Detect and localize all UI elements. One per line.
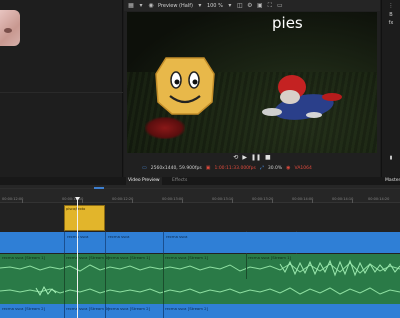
timeline: 00:00:12:00 00:00:12:10 00:00:12:20 00:0… (0, 185, 400, 318)
bottom-audio-track: recma ssca [Stream 2] recma ssca [Stream… (0, 304, 400, 318)
tab-video-preview[interactable]: Video Preview (126, 177, 162, 185)
red-splatter (145, 117, 185, 139)
monitor-status-bar: ▭ 2560x1440, 59.900fps ▣ 1:00:11:33.000f… (124, 163, 380, 173)
settings-icon[interactable]: ⚙ (247, 2, 253, 9)
fullscreen-icon[interactable]: ⛶ (267, 2, 273, 9)
audio-clip-label: recma ssca [Stream 2] (2, 306, 46, 311)
clip-boundary (105, 304, 106, 318)
clip-boundary (105, 279, 106, 304)
timeline-scroll-thumb[interactable] (94, 187, 104, 189)
panel-divider (0, 92, 123, 93)
clip-boundary (163, 279, 164, 304)
timeline-scroll-track (0, 188, 400, 189)
clip-boundary (246, 254, 247, 279)
monitor-toolbar: ▦ ▾ ◉ Preview (Half) ▾ 100 % ▾ ◫ ⚙ ▣ ⛶ ▭ (124, 0, 380, 11)
right-side-panel: ⋮ B fx ▮ (381, 0, 400, 183)
safe-area-icon[interactable]: ▣ (257, 2, 263, 9)
video-preview[interactable]: pies (127, 12, 377, 153)
pause-icon[interactable]: ❚❚ (251, 154, 261, 161)
audio-track: recma ssca [Stream 1] recma ssca [Stream… (0, 254, 400, 304)
clip-boundary (105, 254, 106, 279)
video-clip[interactable]: recma ssca (163, 232, 400, 253)
ruler-label: 00:00:12:10 (62, 197, 84, 201)
loop-icon[interactable]: ⟲ (233, 154, 238, 161)
audio-level-icon[interactable]: ◉ (286, 165, 290, 171)
audio-waveform (0, 285, 400, 297)
ruler-label: 00:00:14:00 (292, 197, 314, 201)
split-view-icon[interactable]: ◫ (237, 2, 243, 9)
zoom-percent: 30.0% (267, 165, 283, 171)
video-clip[interactable]: recma ssca (64, 232, 105, 253)
zoom-select[interactable]: 100 % (207, 3, 223, 9)
bold-icon[interactable]: B (387, 12, 395, 18)
stop-icon[interactable]: ■ (265, 154, 271, 161)
audio-clip-label: recma ssca [Stream 2] (66, 306, 110, 311)
video-overlay-title: pies (272, 14, 303, 32)
video-clip-label: recma ssca (108, 234, 130, 239)
audio-text: VA1064 (294, 165, 312, 171)
ruler-label: 00:00:14:10 (332, 197, 354, 201)
panel-handle-icon[interactable]: ▮ (387, 155, 395, 161)
audio-clip-label: recma ssca [Stream 1] (107, 255, 151, 260)
video-clip[interactable]: recma ssca (105, 232, 163, 253)
audio-lane-stream-1: recma ssca [Stream 1] recma ssca [Stream… (0, 254, 400, 279)
clip-boundary (163, 254, 164, 279)
monitor-edge (377, 12, 380, 153)
clip-boundary (64, 254, 65, 279)
zoom-fit-icon[interactable]: ⤢ (260, 165, 264, 171)
video-editor-app: ▦ ▾ ◉ Preview (Half) ▾ 100 % ▾ ◫ ⚙ ▣ ⛶ ▭… (0, 0, 400, 318)
ruler-label: 00:00:14:20 (368, 197, 390, 201)
audio-clip-label: recma ssca [Stream 1] (165, 255, 209, 260)
media-thumbnail[interactable] (0, 10, 20, 46)
play-icon[interactable]: ▶ (242, 154, 247, 161)
chevron-down-icon[interactable]: ▾ (197, 2, 203, 9)
preview-monitor: ▦ ▾ ◉ Preview (Half) ▾ 100 % ▾ ◫ ⚙ ▣ ⛶ ▭… (124, 0, 380, 183)
audio-clip-label: recma ssca [Stream 2] (165, 306, 209, 311)
ruler-label: 00:00:13:20 (252, 197, 274, 201)
playhead[interactable] (77, 199, 78, 318)
video-clip-label: recma ssca (166, 234, 188, 239)
audio-lane-stream-2 (0, 279, 400, 304)
clip-boundary (163, 304, 164, 318)
resolution-icon: ▭ (142, 165, 147, 171)
ruler-label: 00:00:13:00 (162, 197, 184, 201)
audio-clip-label: recma ssca [Stream 1] (2, 255, 46, 260)
audio-clip-label: recma ssca [Stream 1] (66, 255, 110, 260)
clip-boundary (64, 279, 65, 304)
timeline-ruler[interactable]: 00:00:12:00 00:00:12:10 00:00:12:20 00:0… (0, 185, 400, 203)
grid-icon[interactable]: ▦ (128, 2, 134, 9)
audio-waveform (0, 259, 400, 277)
thumbnail-detail (4, 28, 12, 33)
audio-clip-label: recma ssca [Stream 2] (107, 306, 151, 311)
effects-fx-icon[interactable]: fx (387, 20, 395, 26)
ruler-label: 00:00:12:20 (112, 197, 134, 201)
title-clip-label: pisca/texto (66, 207, 86, 211)
tab-master[interactable]: Master (383, 177, 400, 185)
preview-icon[interactable]: ◉ (148, 2, 154, 9)
chevron-down-icon[interactable]: ▾ (138, 2, 144, 9)
ruler-label: 00:00:13:10 (212, 197, 234, 201)
title-clip[interactable]: pisca/texto (64, 205, 105, 231)
panel-tab-bar: Video Preview Effects Master (0, 177, 400, 185)
clip-boundary (64, 304, 65, 318)
timecode-text: 1:00:11:33.000fps (214, 165, 256, 171)
tab-effects[interactable]: Effects (170, 177, 189, 185)
lying-figure-image (262, 75, 342, 120)
chevron-down-icon[interactable]: ▾ (227, 2, 233, 9)
playback-controls: ⟲ ▶ ❚❚ ■ (124, 153, 380, 162)
resolution-text: 2560x1440, 59.900fps (150, 165, 202, 171)
media-panel (0, 0, 123, 183)
audio-clip-label: recma ssca [Stream 1] (248, 255, 292, 260)
menu-icon[interactable]: ⋮ (387, 3, 395, 9)
ruler-label: 00:00:12:00 (2, 197, 24, 201)
timecode-icon: ▣ (205, 165, 211, 171)
smiley-face-image (155, 57, 215, 115)
preview-quality-select[interactable]: Preview (Half) (158, 3, 193, 9)
overlay-track (0, 203, 400, 231)
more-icon[interactable]: ▭ (277, 2, 283, 9)
